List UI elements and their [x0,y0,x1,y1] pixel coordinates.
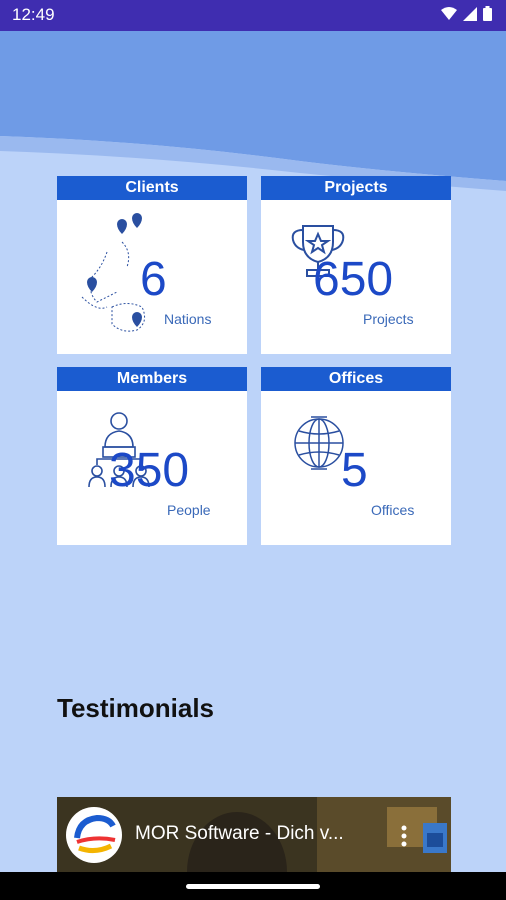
card-value: 350 [109,444,190,497]
globe-icon [294,416,344,470]
stat-card-members: Members 350 People [57,367,247,545]
home-gesture-handle[interactable] [186,884,320,889]
card-title: Clients [57,176,247,200]
card-value: 650 [313,253,394,306]
card-value: 5 [341,444,368,497]
card-unit: Nations [164,311,212,327]
stat-card-projects: Projects 650 Projects [261,176,451,354]
card-title: Projects [261,176,451,200]
testimonials-heading: Testimonials [57,693,215,723]
stat-card-offices: Offices 5 Offices [261,367,451,545]
video-player[interactable]: MOR Software - Dich v... [57,797,451,872]
status-bar: 12:49 [0,0,506,31]
card-unit: People [167,502,211,518]
card-value: 6 [140,253,167,306]
video-title[interactable]: MOR Software - Dich v... [135,823,344,845]
wifi-icon [441,6,457,20]
card-title: Members [57,367,247,391]
battery-icon [483,6,492,21]
info-badge-icon [423,823,447,853]
card-title: Offices [261,367,451,391]
card-unit: Offices [371,502,415,518]
status-icons [441,6,492,21]
system-nav-bar [0,872,506,900]
card-unit: Projects [363,311,414,327]
channel-logo-icon [66,807,122,863]
status-time: 12:49 [12,5,55,24]
stat-card-clients: Clients 6 Nations [57,176,247,354]
more-options-icon[interactable] [401,825,407,847]
signal-icon [463,6,477,21]
